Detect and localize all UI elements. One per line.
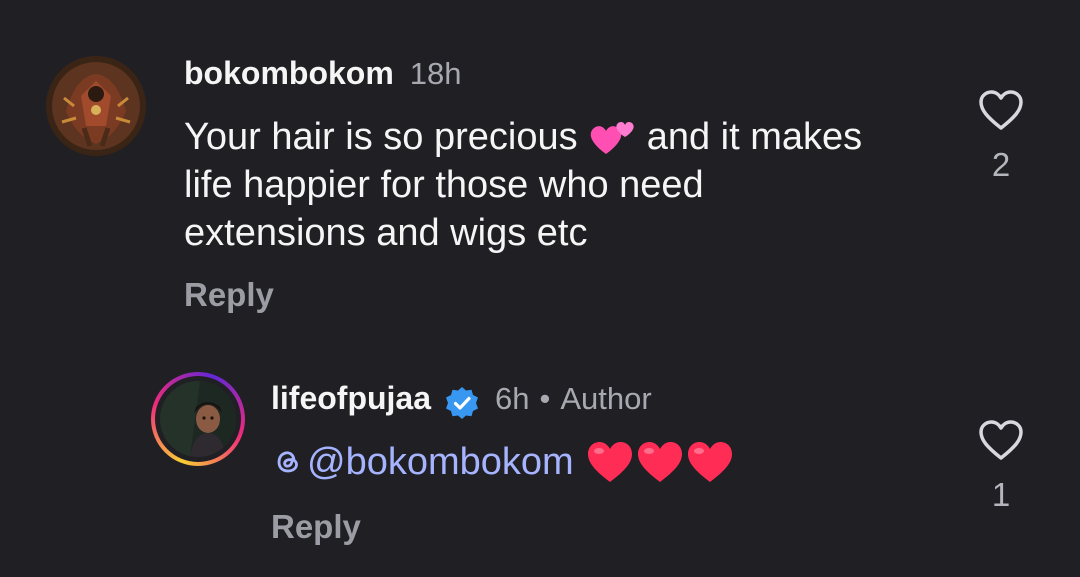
threads-icon	[277, 451, 298, 473]
verified-badge-icon	[446, 386, 479, 419]
mention-link[interactable]: @bokombokom	[271, 441, 574, 484]
red-heart-icon	[587, 442, 632, 482]
comments-thread: bokombokom 18h Your hair is so precious …	[0, 0, 1080, 577]
two-hearts-icon	[590, 121, 634, 154]
heart-outline-icon[interactable]	[977, 418, 1025, 462]
timestamp: 18h	[409, 56, 462, 91]
heart-outline-icon[interactable]	[977, 88, 1025, 132]
reply-button[interactable]: Reply	[184, 276, 274, 314]
avatar-lifeofpujaa-story-ring[interactable]	[151, 372, 245, 466]
red-heart-icon	[687, 442, 732, 482]
like-control: 2	[976, 88, 1026, 184]
author-label: Author	[560, 381, 652, 416]
comment-text-part1: Your hair is so precious	[184, 116, 578, 158]
like-count: 2	[991, 146, 1011, 183]
reply-button[interactable]: Reply	[271, 508, 361, 546]
reply-header: lifeofpujaa 6h • Author	[271, 380, 652, 419]
username[interactable]: lifeofpujaa	[271, 380, 431, 417]
avatar-lifeofpujaa	[160, 381, 236, 457]
like-control: 1	[976, 418, 1026, 514]
emoji-group	[584, 440, 734, 484]
mention-text: @bokombokom	[307, 440, 574, 483]
avatar-bokombokom[interactable]	[46, 56, 146, 156]
reply-text: @bokombokom	[271, 440, 734, 484]
timestamp: 6h	[495, 381, 530, 416]
separator: •	[539, 381, 551, 416]
comment-text: Your hair is so precious and it makes li…	[184, 113, 884, 257]
red-heart-icon	[637, 442, 682, 482]
avatar-ring-gap	[155, 376, 241, 462]
like-count: 1	[991, 476, 1011, 513]
comment-header: bokombokom 18h	[184, 55, 462, 92]
username[interactable]: bokombokom	[184, 55, 394, 92]
